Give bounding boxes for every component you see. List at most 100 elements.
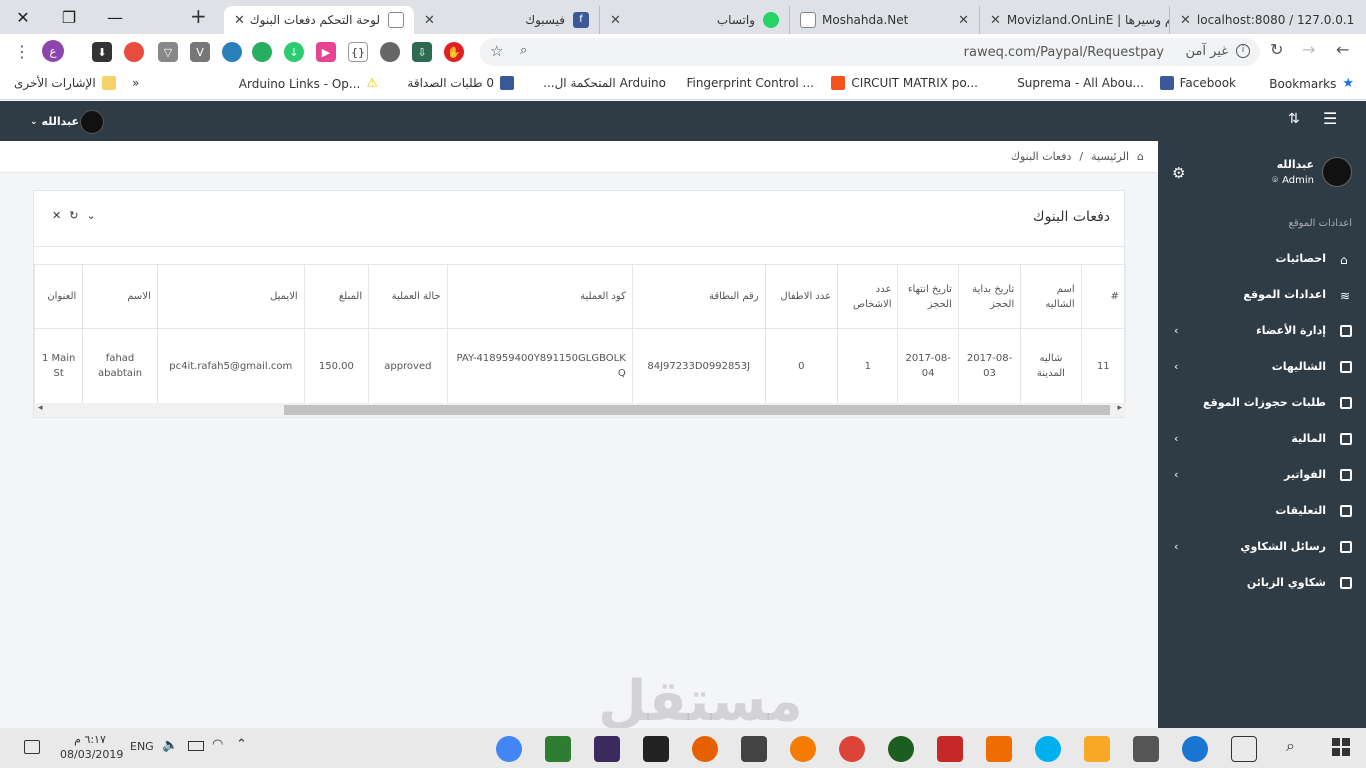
- film-extension-icon[interactable]: [380, 42, 400, 62]
- col-children[interactable]: عدد الاطفال: [764, 264, 839, 329]
- reload-icon[interactable]: ↻: [69, 209, 78, 222]
- task-view-icon[interactable]: [1231, 736, 1257, 762]
- sidebar-avatar[interactable]: [1322, 157, 1352, 187]
- hs-icon[interactable]: [888, 736, 914, 762]
- firefox-icon[interactable]: [692, 736, 718, 762]
- tab-facebook[interactable]: f فيسبوك ✕: [414, 6, 600, 34]
- close-tab-icon[interactable]: ✕: [1180, 13, 1191, 28]
- table-row[interactable]: 1 Main St fahad ababtain pc4it.rafah5@gm…: [33, 328, 1127, 404]
- file-explorer-icon[interactable]: [1084, 736, 1110, 762]
- profile-avatar[interactable]: ع: [42, 40, 64, 62]
- chevron-down-icon[interactable]: ⌄: [86, 209, 95, 222]
- col-address[interactable]: العنوان: [33, 264, 84, 329]
- refresh-icon[interactable]: ⇅: [1288, 111, 1300, 127]
- close-tab-icon[interactable]: ✕: [234, 13, 245, 28]
- play-extension-icon[interactable]: ▶: [316, 42, 336, 62]
- vivaldi-extension-icon[interactable]: V: [190, 42, 210, 62]
- vpn-extension-icon[interactable]: ▽: [158, 42, 178, 62]
- app-icon-browser[interactable]: [496, 736, 522, 762]
- user-avatar[interactable]: [80, 110, 104, 134]
- satellite-extension-icon[interactable]: [222, 42, 242, 62]
- scroll-right-icon[interactable]: ▸: [1117, 403, 1122, 413]
- scrollbar-thumb[interactable]: [284, 405, 1110, 415]
- sidebar-item-site-settings[interactable]: اعدادات الموقع: [1243, 288, 1326, 301]
- breadcrumb-home[interactable]: الرئيسية: [1091, 150, 1129, 163]
- clock-time[interactable]: ٦:١٧ م: [60, 732, 120, 747]
- col-end-date[interactable]: تاريخ انتهاء الحجز: [897, 264, 959, 329]
- sidebar-item-statistics[interactable]: احصائيات: [1276, 252, 1326, 265]
- adblock-extension-icon[interactable]: ✋: [444, 42, 464, 62]
- close-tab-icon[interactable]: ✕: [990, 13, 1001, 28]
- bookmark-suprema[interactable]: Suprema - All Abou...: [1017, 76, 1144, 90]
- tab-active[interactable]: لوحة التحكم دفعات البنوك ✕: [224, 6, 414, 34]
- info-icon[interactable]: i: [1236, 44, 1250, 58]
- sidebar-item-customer-complaints[interactable]: شكاوي الزبائن: [1247, 576, 1326, 589]
- fire-extension-icon[interactable]: [124, 42, 144, 62]
- filezilla-icon[interactable]: [937, 736, 963, 762]
- tab-whatsapp[interactable]: واتساب ✕: [600, 6, 790, 34]
- battery-icon[interactable]: [188, 741, 204, 751]
- address-bar[interactable]: ☆ ⌕ raweq.com/Paypal/Requestpay غير آمن …: [480, 38, 1260, 66]
- app-icon-green[interactable]: [545, 736, 571, 762]
- search-icon[interactable]: ⌕: [520, 43, 527, 58]
- back-icon[interactable]: ←: [1336, 40, 1349, 59]
- col-start-date[interactable]: تاريخ بداية الحجز: [957, 264, 1022, 329]
- search-icon[interactable]: ⌕: [1286, 736, 1295, 756]
- col-chalet-name[interactable]: اسم الشاليه: [1020, 264, 1082, 329]
- chrome-icon[interactable]: [839, 736, 865, 762]
- settings-gear-icon[interactable]: ⚙: [1172, 164, 1185, 182]
- star-bookmark-icon[interactable]: ☆: [490, 42, 503, 60]
- sidebar-item-comments[interactable]: التعليقات: [1275, 504, 1326, 517]
- volume-icon[interactable]: 🔈: [162, 738, 178, 753]
- sidebar-item-finance[interactable]: المالية: [1291, 432, 1326, 445]
- skype-icon[interactable]: [1035, 736, 1061, 762]
- mail-icon[interactable]: [741, 736, 767, 762]
- close-icon[interactable]: ✕: [52, 209, 61, 222]
- language-indicator[interactable]: ENG: [130, 740, 154, 753]
- download-extension-icon[interactable]: ⬇: [92, 42, 112, 62]
- sidebar-item-chalets[interactable]: الشاليهات: [1272, 360, 1326, 373]
- col-email[interactable]: الايميل: [156, 264, 305, 329]
- horizontal-scrollbar[interactable]: ◂ ▸: [34, 403, 1126, 417]
- windows-start-icon[interactable]: [1332, 738, 1350, 756]
- app-icon-orange[interactable]: [790, 736, 816, 762]
- json-extension-icon[interactable]: {}: [348, 42, 368, 62]
- scroll-left-icon[interactable]: ◂: [38, 403, 43, 413]
- phpstorm-icon[interactable]: [594, 736, 620, 762]
- save-extension-icon[interactable]: ⇩: [412, 42, 432, 62]
- hamburger-menu-icon[interactable]: ☰: [1323, 109, 1337, 128]
- url-text[interactable]: raweq.com/Paypal/Requestpay: [964, 45, 1164, 60]
- tab-movizland[interactable]: ✕ Movizland.OnLinE | أفلام وسيرها: [980, 6, 1170, 34]
- bookmark-fingerprint[interactable]: Fingerprint Control ...: [686, 76, 814, 90]
- col-status[interactable]: حالة العملية: [368, 264, 448, 329]
- close-tab-icon[interactable]: ✕: [424, 13, 435, 28]
- bookmark-arduino-links[interactable]: Arduino Links - Op... ⚠: [239, 76, 378, 91]
- col-persons[interactable]: عدد الاشخاص: [837, 264, 899, 329]
- minimize-window-icon[interactable]: —: [92, 0, 138, 34]
- col-amount[interactable]: المبلغ: [303, 264, 370, 329]
- forward-icon[interactable]: →: [1302, 40, 1315, 59]
- bookmark-other[interactable]: الإشارات الأخرى: [14, 76, 116, 90]
- bookmark-facebook[interactable]: Facebook: [1159, 76, 1236, 90]
- tab-localhost[interactable]: ✕ localhost:8080 / 127.0.0.1: [1170, 6, 1366, 34]
- user-dropdown[interactable]: ⌄ عبدالله: [30, 115, 79, 128]
- bookmark-bookmarks[interactable]: Bookmarks ★: [1269, 76, 1354, 91]
- close-tab-icon[interactable]: ✕: [610, 13, 621, 28]
- globe-extension-icon[interactable]: [252, 42, 272, 62]
- insecure-label[interactable]: غير آمن: [1186, 44, 1229, 59]
- close-window-icon[interactable]: ✕: [0, 0, 46, 34]
- restore-window-icon[interactable]: ❐: [46, 0, 92, 34]
- sidebar-item-complaint-messages[interactable]: رسائل الشكاوي: [1240, 540, 1326, 553]
- new-tab-button[interactable]: +: [190, 4, 207, 28]
- bookmark-friend-requests[interactable]: 0 طلبات الصداقة: [407, 76, 514, 90]
- col-name[interactable]: الاسم: [82, 264, 158, 329]
- bookmark-arduino[interactable]: Arduino المتحكمة ال...: [543, 76, 666, 90]
- bookmark-circuit-matrix[interactable]: CIRCUIT MATRIX po...: [831, 76, 978, 90]
- sidebar-item-bookings[interactable]: طلبات حجوزات الموقع: [1203, 396, 1326, 409]
- store-icon[interactable]: [1133, 736, 1159, 762]
- bookmarks-overflow[interactable]: »: [132, 76, 139, 90]
- close-tab-icon[interactable]: ✕: [958, 13, 969, 28]
- menu-dots-icon[interactable]: ⋮: [14, 42, 30, 61]
- app-icon-dark[interactable]: [643, 736, 669, 762]
- sidebar-item-invoices[interactable]: الفواتير: [1284, 468, 1326, 481]
